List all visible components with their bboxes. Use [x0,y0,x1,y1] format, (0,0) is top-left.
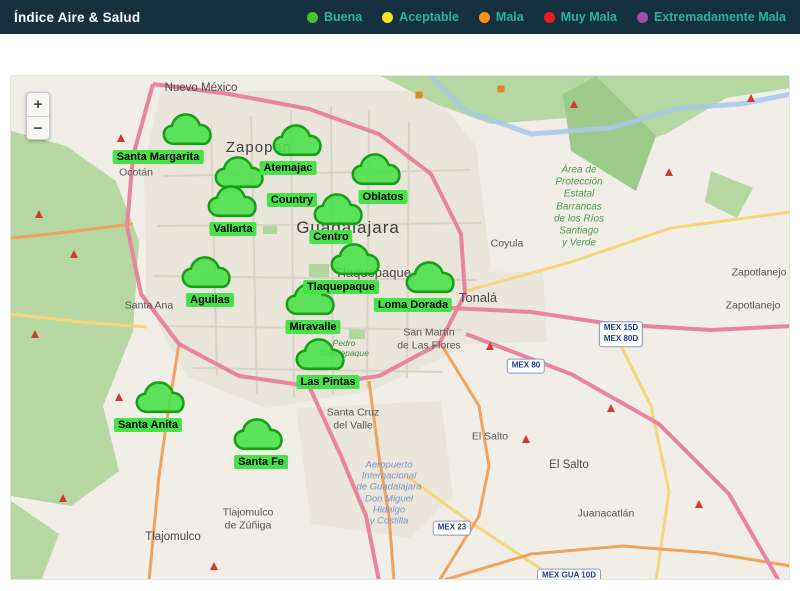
legend-item-extremadamente-mala: Extremadamente Mala [636,10,786,24]
station-label[interactable]: Aguilas [186,293,234,307]
place-label-tonala: Tonalá [458,290,498,306]
cloud-marker-icon[interactable] [205,183,261,221]
legend-label: Aceptable [399,10,459,24]
cloud-marker-icon[interactable] [179,254,235,292]
place-label-tlajomulco: Tlajomulco de Zúñiga [222,506,274,531]
peak-icon [522,435,530,443]
cloud-marker-icon[interactable] [231,416,287,454]
place-label-santa-cruz: Santa Cruz del Valle [326,406,380,431]
station-label[interactable]: Santa Margarita [112,150,204,164]
peak-icon [35,210,43,218]
station-label[interactable]: Loma Dorada [373,298,453,312]
legend: Buena Aceptable Mala Muy Mala Extremadamente… [306,10,786,24]
station-label[interactable]: Vallarta [209,222,257,236]
cloud-marker-icon[interactable] [403,259,459,297]
peak-icon [117,134,125,142]
station-label[interactable]: Oblatos [358,190,408,204]
peak-icon [747,94,755,102]
zoom-control: + − [26,92,50,140]
place-label-santa-ana: Santa Ana [124,299,174,312]
place-label-tlajomulco: Tlajomulco [145,531,201,544]
cloud-marker-icon[interactable] [293,336,349,374]
legend-item-buena: Buena [306,10,363,24]
legend-dot-icon [306,11,318,23]
legend-item-aceptable: Aceptable [382,10,459,24]
legend-item-mala: Mala [478,10,524,24]
station-label[interactable]: Atemajac [259,161,317,175]
peak-icon [31,330,39,338]
peak-icon [665,168,673,176]
cloud-marker-icon[interactable] [160,111,216,149]
peak-icon [70,250,78,258]
place-label-el-salto: El Salto [471,430,509,443]
legend-item-muy-mala: Muy Mala [543,10,617,24]
peak-icon [607,404,615,412]
map[interactable]: Santa Margarita Atemajac Oblatos Country Val… [10,75,790,580]
zoom-in-button[interactable]: + [26,92,50,116]
header: Índice Aire & Salud Buena Aceptable Mala Mu… [0,0,800,34]
station-label[interactable]: Santa Fe [234,455,288,469]
marker-layer: Santa Margarita Atemajac Oblatos Country Val… [11,76,789,579]
station-label[interactable]: Tlaquepaque [303,280,379,294]
legend-label: Muy Mala [560,10,617,24]
place-label-ocotan: Ocotán [119,166,153,179]
place-label-zapotlanejo: Zapotlanejo [731,266,787,279]
app-title: Índice Aire & Salud [14,9,141,25]
peak-icon [486,342,494,350]
place-label-nuevo-mexico: Nuevo México [164,82,238,95]
cloud-marker-icon[interactable] [349,151,405,189]
place-label-san-martin: San Martín de Las Flores [397,326,461,351]
legend-dot-icon [636,11,648,23]
station-label[interactable]: Miravalle [285,320,341,334]
road-shield-mex-15d-mex-80d: MEX 15D MEX 80D [598,321,644,347]
legend-dot-icon [478,11,490,23]
legend-label: Buena [323,10,363,24]
legend-label: Mala [495,10,524,24]
quarry-icon [415,91,423,99]
zoom-out-button[interactable]: − [26,116,50,140]
station-label[interactable]: Country [266,193,318,207]
road-shield-mex-80: MEX 80 [506,358,546,374]
peak-icon [59,494,67,502]
road-shield-mex-gua-10d: MEX GUA 10D [537,568,601,579]
place-label-area-de: Área de Protección Estatal Barrancas de … [553,164,605,249]
peak-icon [570,100,578,108]
station-label[interactable]: Santa Anita [113,418,183,432]
place-label-coyula: Coyula [490,237,524,250]
cloud-marker-icon[interactable] [328,241,384,279]
peak-icon [695,500,703,508]
legend-dot-icon [382,11,394,23]
station-label[interactable]: Las Pintas [296,375,360,389]
peak-icon [210,562,218,570]
station-label[interactable]: Centro [309,230,353,244]
legend-label: Extremadamente Mala [653,10,786,24]
legend-dot-icon [543,11,555,23]
quarry-icon [497,85,505,93]
road-shield-mex-23: MEX 23 [432,520,472,536]
place-label-zapotlanejo: Zapotlanejo [725,299,781,312]
cloud-marker-icon[interactable] [270,122,326,160]
place-label-aeropuerto: Aeropuerto Internacional de Guadalajara … [356,459,422,527]
peak-icon [115,393,123,401]
cloud-marker-icon[interactable] [133,379,189,417]
place-label-juanacatlan: Juanacatlán [577,507,635,520]
place-label-el-salto: El Salto [549,459,589,472]
